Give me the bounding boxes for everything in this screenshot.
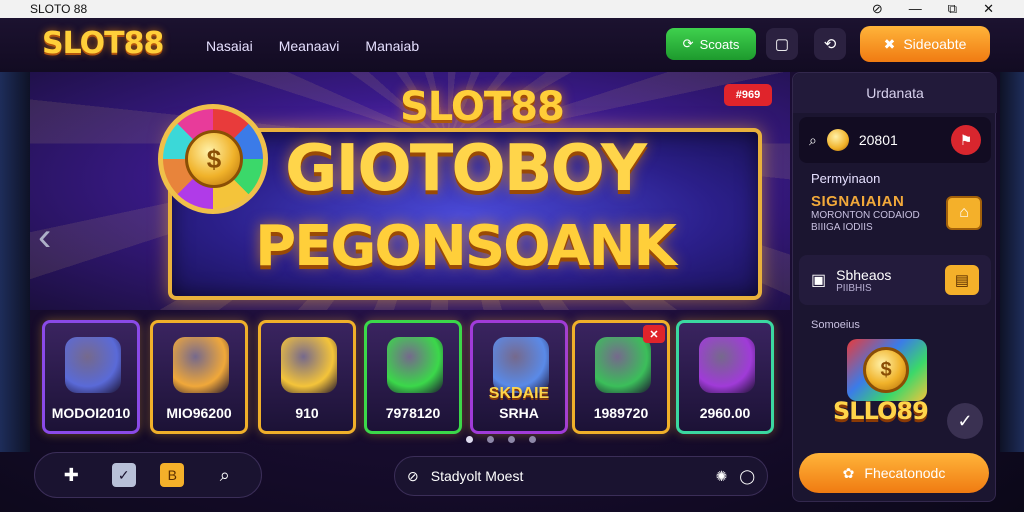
check-icon[interactable]: ✓: [947, 403, 983, 439]
game-tile-label: SRHA: [499, 405, 539, 421]
bookmark-icon[interactable]: B: [160, 463, 185, 487]
panel-header: Urdanata: [793, 73, 997, 113]
game-tile-6[interactable]: ✕ 1989720: [572, 320, 670, 434]
shield-icon[interactable]: ⊘: [872, 1, 883, 17]
game-tile-7[interactable]: 2960.00: [676, 320, 774, 434]
settings-icon[interactable]: ✺: [716, 468, 728, 485]
game-tile-3[interactable]: 910: [258, 320, 356, 434]
status-text: Stadyolt Moest: [430, 468, 524, 484]
link-icon: ⟲: [823, 36, 837, 53]
game-tile-label: 7978120: [385, 405, 441, 421]
gold-coin-icon: $: [863, 347, 909, 393]
game-art-4: [387, 337, 443, 393]
coin-icon: [826, 129, 849, 151]
small-label: Somoeius: [811, 319, 860, 331]
search-icon: ⌕: [809, 131, 817, 148]
chat-icon-button[interactable]: ▢: [766, 28, 798, 60]
game-tile-label: 1989720: [593, 405, 649, 421]
game-tile-title: SKDAIE: [488, 385, 550, 402]
close-badge[interactable]: ✕: [643, 325, 665, 343]
window-controls: ⊘ — ⧉ ✕: [872, 1, 994, 17]
game-tile-2[interactable]: MIO96200: [150, 320, 248, 434]
treasure-icon[interactable]: ⌂: [946, 196, 982, 230]
checkbox-icon[interactable]: ✓: [111, 463, 136, 487]
star-icon: ✖: [883, 35, 896, 52]
game-art-7: [699, 337, 755, 393]
info-card-title: Sbheaos: [836, 266, 892, 283]
minimize-icon[interactable]: —: [909, 1, 922, 17]
gift-icon: ✿: [842, 464, 855, 481]
right-panel: Urdanata ⌕ 20801 ⚑ Permyinaon SIGNAIAIAN…: [792, 72, 997, 502]
game-art-3: [281, 337, 337, 393]
game-art-1: [65, 337, 121, 393]
carousel-dot[interactable]: [508, 436, 515, 443]
balance-value: 20801: [858, 132, 898, 148]
game-art-2: [173, 337, 229, 393]
carousel-dot[interactable]: [487, 436, 494, 443]
balance-search[interactable]: ⌕ 20801 ⚑: [799, 117, 991, 163]
promo-art: $ SLLO89: [833, 335, 943, 445]
hero-brand: SLOT88: [400, 84, 565, 130]
green-action-button[interactable]: ⟳ Scoats: [666, 28, 756, 60]
carousel-dots: [466, 436, 536, 443]
nav-links: Nasaiai Meanaavi Manaiab: [206, 38, 419, 54]
nav-link-1[interactable]: Nasaiai: [206, 38, 253, 54]
site-logo[interactable]: SLOT88: [42, 26, 164, 61]
hero-banner[interactable]: SLOT88 #969 GIOTOBOY PEGONSOANK $: [30, 72, 790, 310]
person-icon[interactable]: ✚: [55, 459, 87, 491]
game-tile-1[interactable]: MODOI2010: [42, 320, 140, 434]
gold-coin-icon: $: [185, 130, 243, 188]
gift-icon: ▤: [945, 265, 979, 295]
banner-subheadline: PEGONSOANK: [255, 214, 677, 279]
record-icon[interactable]: ◯: [739, 468, 755, 485]
promo-art-brand: SLLO89: [833, 397, 929, 425]
game-tile-label: MODOI2010: [51, 405, 131, 421]
nav-link-2[interactable]: Meanaavi: [279, 38, 340, 54]
maximize-icon[interactable]: ⧉: [948, 1, 957, 17]
game-art-6: [595, 337, 651, 393]
hero-badge: #969: [724, 84, 772, 106]
close-icon[interactable]: ✕: [983, 1, 994, 17]
info-card-sub: PIIBHIS: [836, 282, 872, 294]
game-tile-5[interactable]: SKDAIE SRHA: [470, 320, 568, 434]
orange-action-button[interactable]: ✖ Sideoabte: [860, 26, 990, 62]
carousel-dot[interactable]: [466, 436, 473, 443]
game-tile-label: MIO96200: [166, 405, 232, 421]
bottom-toolbar: ✚ ✓ B ⌕: [34, 452, 262, 498]
refresh-icon: ⟳: [682, 36, 694, 51]
bottom-status-bar: ⊘ Stadyolt Moest ✺ ◯: [394, 456, 768, 496]
game-tile-label: 910: [295, 405, 319, 421]
game-tile-label: 2960.00: [699, 405, 751, 421]
orange-button-label: Sideoabte: [903, 36, 967, 52]
section-title: Permyinaon: [811, 171, 881, 186]
chat-icon: ▢: [774, 36, 790, 53]
compass-icon[interactable]: ⊘: [407, 468, 419, 485]
cta-label: Fhecatonodc: [864, 465, 946, 481]
window-title: SLOTO 88: [30, 2, 88, 16]
info-card-text: Sbheaos PIIBHIS: [836, 267, 891, 294]
green-button-label: Scoats: [699, 36, 740, 52]
carousel-prev-arrow[interactable]: ‹: [38, 215, 51, 260]
red-action-icon[interactable]: ⚑: [951, 125, 981, 155]
link-icon-button[interactable]: ⟲: [814, 28, 846, 60]
search-icon[interactable]: ⌕: [209, 459, 241, 491]
game-tile-4[interactable]: 7978120: [364, 320, 462, 434]
stadium-lights-left: [0, 72, 30, 452]
top-nav: SLOT88 Nasaiai Meanaavi Manaiab ⟳ Scoats…: [0, 18, 1024, 72]
stadium-lights-right: [1000, 72, 1024, 452]
panel-cta-button[interactable]: ✿ Fhecatonodc: [799, 453, 989, 493]
carousel-dot[interactable]: [529, 436, 536, 443]
window-titlebar: SLOTO 88 ⊘ — ⧉ ✕: [0, 0, 1024, 18]
nav-link-3[interactable]: Manaiab: [365, 38, 419, 54]
info-card[interactable]: ▣ Sbheaos PIIBHIS ▤: [799, 255, 991, 305]
briefcase-icon: ▣: [811, 272, 827, 289]
